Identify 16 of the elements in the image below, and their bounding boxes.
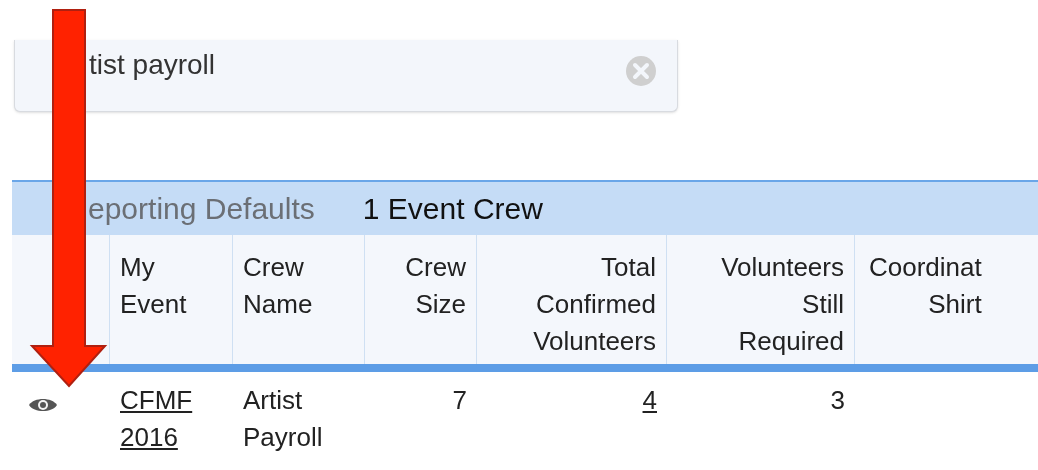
column-header[interactable]: My Event <box>120 249 187 364</box>
search-text: tist payroll <box>89 47 217 82</box>
column-header[interactable]: Crew Size <box>405 249 466 364</box>
table-cell-text: 3 <box>830 384 845 417</box>
table-cell-text: Artist Payroll <box>243 384 323 454</box>
column-header[interactable]: Total Confirmed Volunteers <box>533 249 656 364</box>
column-header[interactable]: Volunteers Still Required <box>721 249 844 364</box>
cell-link[interactable]: 4 <box>642 382 657 462</box>
column-header[interactable]: Coordinat Shirt <box>869 249 982 364</box>
table-cell-text: 7 <box>452 384 467 417</box>
eye-icon[interactable] <box>28 396 58 414</box>
search-field[interactable]: tist payroll <box>14 40 678 112</box>
cell-link[interactable]: CFMF 2016 <box>120 382 193 462</box>
column-header[interactable]: Crew Name <box>243 249 313 364</box>
toolbar-title[interactable]: eporting Defaults <box>88 186 315 231</box>
record-count: 1 Event Crew <box>362 191 543 227</box>
